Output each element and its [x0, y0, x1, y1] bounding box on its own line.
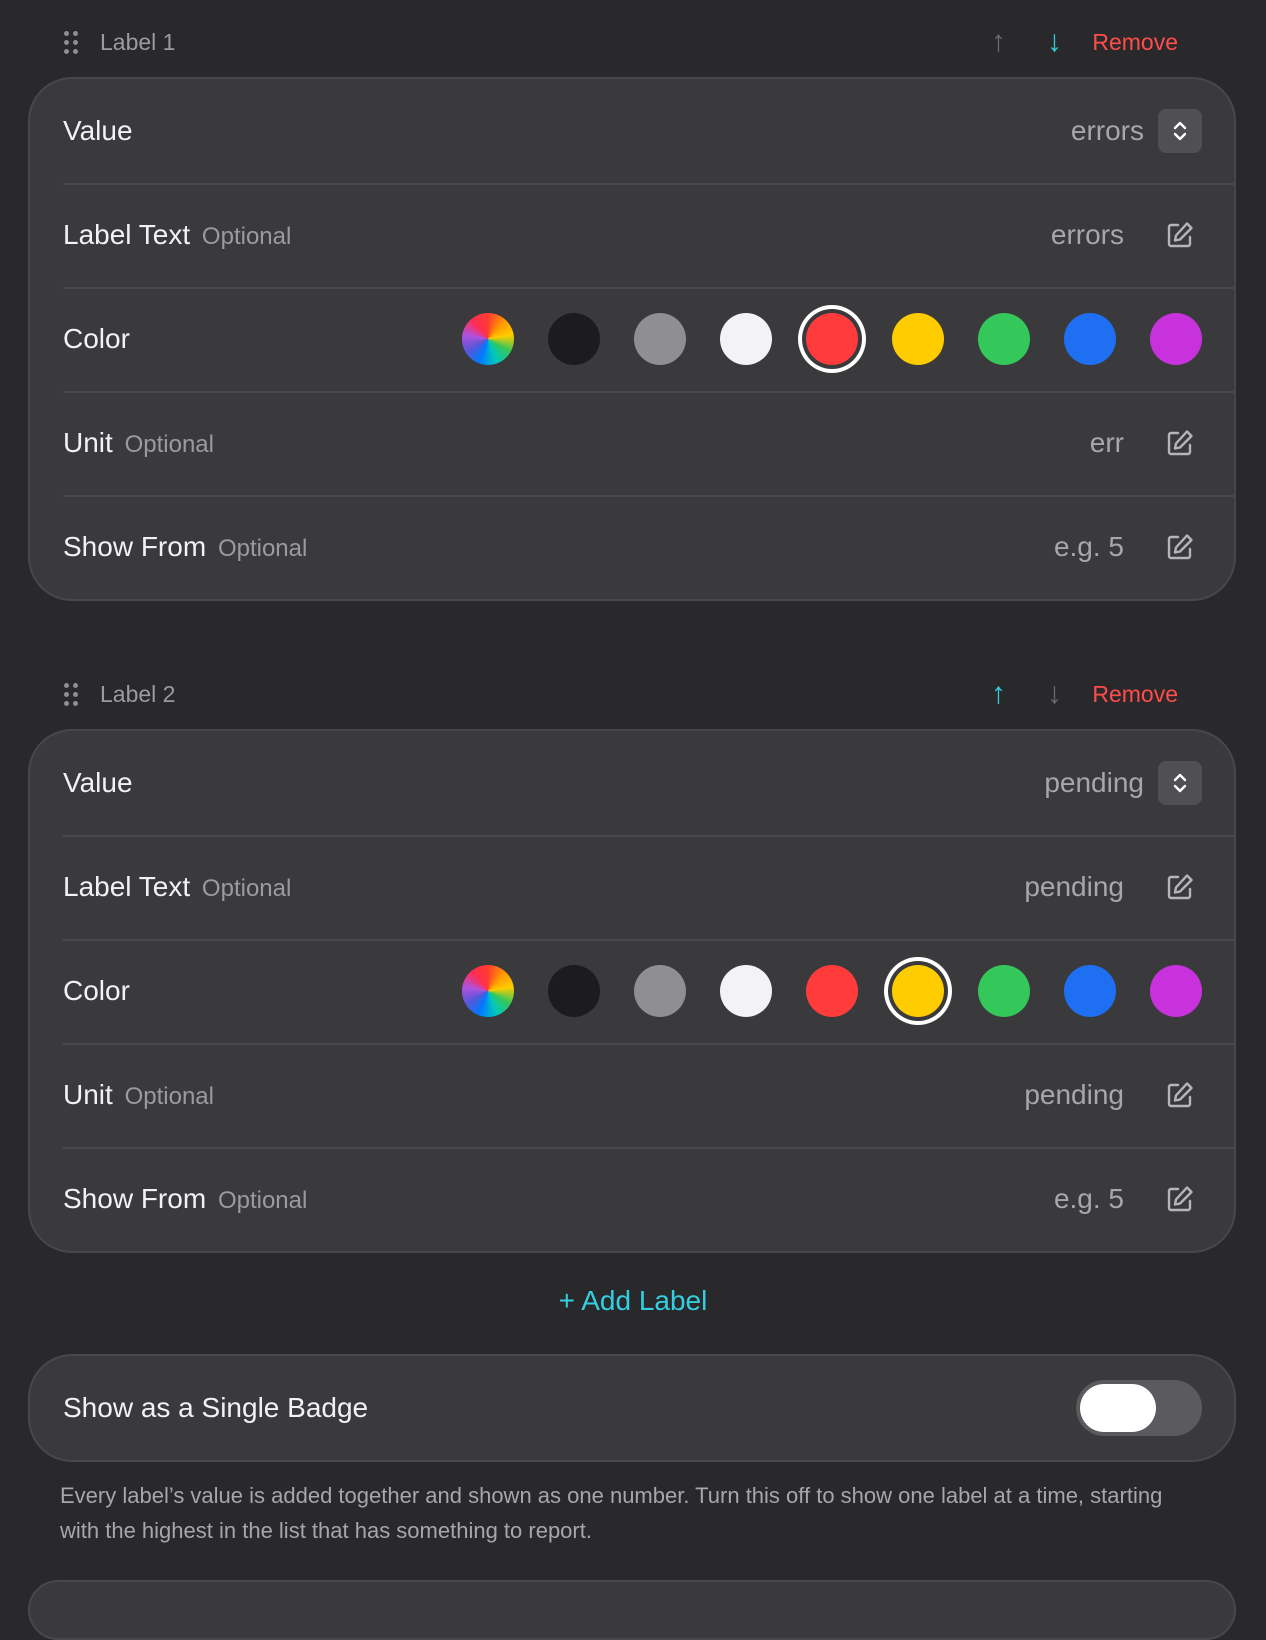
swatch-gray[interactable]	[634, 313, 686, 365]
edit-icon[interactable]	[1158, 421, 1202, 465]
label-text-input[interactable]: errors	[1051, 219, 1124, 251]
unit-row[interactable]: Unit Optional err	[30, 391, 1234, 495]
swatch-blue[interactable]	[1064, 965, 1116, 1017]
label-text-label: Label Text Optional	[63, 871, 292, 902]
show-from-input[interactable]: e.g. 5	[1054, 1183, 1124, 1215]
show-from-label: Show From Optional	[63, 531, 308, 562]
label-text-row[interactable]: Label Text Optional pending	[30, 835, 1234, 939]
swatch-yellow[interactable]	[892, 313, 944, 365]
color-swatches	[428, 965, 1202, 1017]
edit-icon[interactable]	[1158, 1177, 1202, 1221]
drag-handle-icon[interactable]	[64, 30, 78, 54]
swatch-red[interactable]	[806, 965, 858, 1017]
show-from-row[interactable]: Show From Optional e.g. 5	[30, 495, 1234, 599]
color-row: Color	[30, 287, 1234, 391]
edit-icon[interactable]	[1158, 525, 1202, 569]
swatch-black[interactable]	[548, 965, 600, 1017]
label-2-card: Value pending Label Text Optional pendin…	[28, 729, 1236, 1253]
value-row[interactable]: Value errors	[30, 79, 1234, 183]
chevron-up-down-icon[interactable]	[1158, 761, 1202, 805]
color-wheel-swatch[interactable]	[462, 965, 514, 1017]
color-swatches	[428, 313, 1202, 365]
unit-label: Unit Optional	[63, 1079, 214, 1110]
swatch-gray[interactable]	[634, 965, 686, 1017]
swatch-green[interactable]	[978, 313, 1030, 365]
unit-row[interactable]: Unit Optional pending	[30, 1043, 1234, 1147]
unit-label: Unit Optional	[63, 427, 214, 458]
unit-input[interactable]: pending	[1024, 1079, 1124, 1111]
toggle-knob	[1080, 1384, 1156, 1432]
color-label: Color	[63, 323, 130, 354]
color-wheel-swatch[interactable]	[462, 313, 514, 365]
value-select[interactable]: errors	[1071, 115, 1144, 147]
color-label: Color	[63, 975, 130, 1006]
single-badge-toggle[interactable]	[1076, 1380, 1202, 1436]
show-from-label: Show From Optional	[63, 1183, 308, 1214]
label-2-title: Label 2	[100, 680, 176, 707]
next-card	[28, 1580, 1236, 1640]
edit-icon[interactable]	[1158, 865, 1202, 909]
chevron-up-down-icon[interactable]	[1158, 109, 1202, 153]
value-label: Value	[63, 115, 133, 146]
show-from-row[interactable]: Show From Optional e.g. 5	[30, 1147, 1234, 1251]
value-row[interactable]: Value pending	[30, 731, 1234, 835]
swatch-green[interactable]	[978, 965, 1030, 1017]
show-from-input[interactable]: e.g. 5	[1054, 531, 1124, 563]
label-text-row[interactable]: Label Text Optional errors	[30, 183, 1234, 287]
add-label-button[interactable]: + Add Label	[0, 1285, 1266, 1317]
swatch-white[interactable]	[720, 965, 772, 1017]
label-1-title: Label 1	[100, 28, 176, 55]
move-up-icon[interactable]: ↑	[970, 679, 1026, 709]
single-badge-label: Show as a Single Badge	[63, 1392, 369, 1423]
label-text-label: Label Text Optional	[63, 219, 292, 250]
label-text-input[interactable]: pending	[1024, 871, 1124, 903]
single-badge-row[interactable]: Show as a Single Badge	[30, 1356, 1234, 1460]
label-1-header: Label 1 ↑ ↓ Remove	[64, 22, 1178, 62]
label-2-header: Label 2 ↑ ↓ Remove	[64, 674, 1178, 714]
single-badge-card: Show as a Single Badge	[28, 1354, 1236, 1462]
move-down-icon[interactable]: ↓	[1026, 679, 1082, 709]
swatch-yellow[interactable]	[892, 965, 944, 1017]
swatch-white[interactable]	[720, 313, 772, 365]
swatch-red[interactable]	[806, 313, 858, 365]
move-up-icon[interactable]: ↑	[970, 27, 1026, 57]
edit-icon[interactable]	[1158, 213, 1202, 257]
swatch-purple[interactable]	[1150, 965, 1202, 1017]
remove-button[interactable]: Remove	[1092, 681, 1178, 708]
swatch-purple[interactable]	[1150, 313, 1202, 365]
value-label: Value	[63, 767, 133, 798]
remove-button[interactable]: Remove	[1092, 29, 1178, 56]
label-1-card: Value errors Label Text Optional errors …	[28, 77, 1236, 601]
value-select[interactable]: pending	[1044, 767, 1144, 799]
swatch-black[interactable]	[548, 313, 600, 365]
drag-handle-icon[interactable]	[64, 682, 78, 706]
single-badge-footnote: Every label’s value is added together an…	[60, 1483, 1163, 1543]
unit-input[interactable]: err	[1090, 427, 1124, 459]
edit-icon[interactable]	[1158, 1073, 1202, 1117]
color-row: Color	[30, 939, 1234, 1043]
swatch-blue[interactable]	[1064, 313, 1116, 365]
move-down-icon[interactable]: ↓	[1026, 27, 1082, 57]
